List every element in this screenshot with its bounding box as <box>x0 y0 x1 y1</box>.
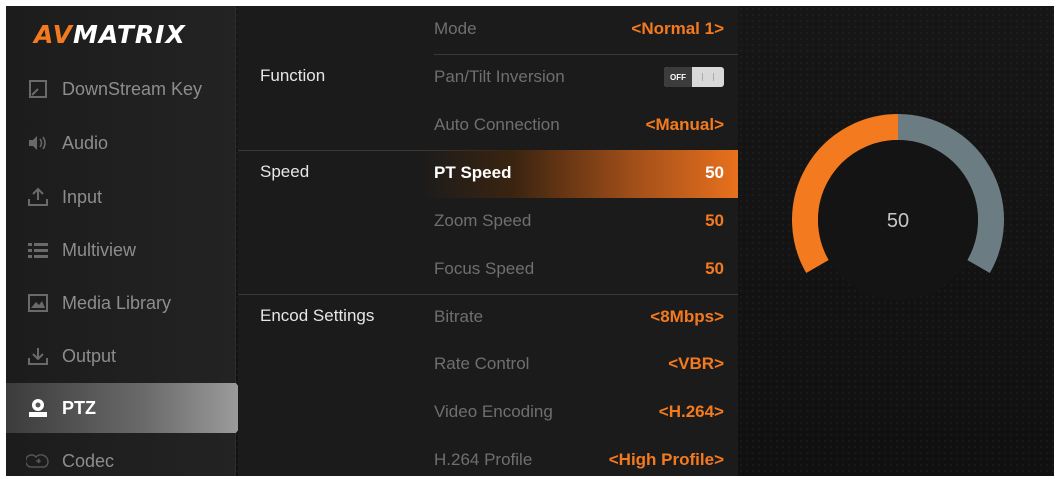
sidebar-item-label: Multiview <box>62 239 137 260</box>
ptz-settings-screen: AVMATRIX DownStream Key Audio Input Mult… <box>6 6 1054 476</box>
bitrate-value[interactable]: <8Mbps> <box>650 307 724 327</box>
sidebar-item-audio[interactable]: Audio <box>6 118 236 168</box>
image-icon <box>26 291 50 315</box>
settings-panel: Mode <Normal 1> Function Pan/Tilt Invers… <box>238 6 738 476</box>
pan-tilt-inversion-label: Pan/Tilt Inversion <box>434 67 565 86</box>
sidebar-item-output[interactable]: Output <box>6 331 236 381</box>
video-encoding-value[interactable]: <H.264> <box>659 402 724 422</box>
pan-tilt-inversion-row[interactable]: Function Pan/Tilt Inversion OFF <box>238 54 738 102</box>
speed-gauge: 50 <box>788 112 1008 312</box>
pt-speed-label: PT Speed <box>434 163 512 182</box>
toggle-off-text: OFF <box>664 67 692 87</box>
sidebar-item-label: Media Library <box>62 292 172 313</box>
zoom-speed-label: Zoom Speed <box>434 211 532 230</box>
download-icon <box>26 344 50 368</box>
gauge-value: 50 <box>886 210 910 232</box>
video-encoding-label: Video Encoding <box>434 402 553 421</box>
mode-row[interactable]: Mode <Normal 1> <box>238 6 738 54</box>
h264-profile-row[interactable]: H.264 Profile <High Profile> <box>238 437 738 476</box>
video-encoding-row[interactable]: Video Encoding <H.264> <box>238 389 738 437</box>
sidebar-item-downstream-key[interactable]: DownStream Key <box>6 64 236 114</box>
bitrate-row[interactable]: Encod Settings Bitrate <8Mbps> <box>238 294 738 342</box>
focus-speed-row[interactable]: Focus Speed 50 <box>238 246 738 294</box>
downstream-key-icon <box>26 77 50 101</box>
sidebar-item-label: PTZ <box>62 397 96 418</box>
pt-speed-row[interactable]: Speed PT Speed 50 <box>238 150 738 198</box>
sidebar-item-label: Output <box>62 345 117 366</box>
avmatrix-logo: AVMATRIX <box>34 20 186 49</box>
sidebar-item-label: DownStream Key <box>62 78 203 99</box>
sidebar-item-media-library[interactable]: Media Library <box>6 278 236 328</box>
bitrate-label: Bitrate <box>434 307 484 326</box>
section-encode-settings: Encod Settings <box>260 306 375 325</box>
sidebar-item-label: Input <box>62 186 103 207</box>
sidebar-item-label: Audio <box>62 132 109 153</box>
zoom-speed-value[interactable]: 50 <box>705 211 724 231</box>
auto-connection-label: Auto Connection <box>434 115 560 134</box>
speaker-icon <box>26 131 50 155</box>
auto-connection-row[interactable]: Auto Connection <Manual> <box>238 102 738 150</box>
focus-speed-label: Focus Speed <box>434 259 535 278</box>
toggle-knob <box>692 67 724 87</box>
mode-label: Mode <box>434 19 477 38</box>
sidebar-item-ptz[interactable]: PTZ <box>6 383 236 433</box>
sidebar-item-input[interactable]: Input <box>6 172 236 222</box>
sidebar-item-label: Codec <box>62 450 115 471</box>
focus-speed-value[interactable]: 50 <box>705 259 724 279</box>
upload-icon <box>26 185 50 209</box>
list-icon <box>26 238 50 262</box>
sidebar: AVMATRIX DownStream Key Audio Input Mult… <box>6 6 236 476</box>
section-speed: Speed <box>260 162 310 181</box>
pt-speed-value[interactable]: 50 <box>705 163 724 183</box>
rate-control-value[interactable]: <VBR> <box>668 354 724 374</box>
mode-value[interactable]: <Normal 1> <box>631 19 724 39</box>
codec-icon <box>26 449 50 473</box>
h264-profile-label: H.264 Profile <box>434 450 533 469</box>
pan-tilt-inversion-toggle[interactable]: OFF <box>664 67 724 87</box>
section-function: Function <box>260 66 326 85</box>
rate-control-row[interactable]: Rate Control <VBR> <box>238 341 738 389</box>
auto-connection-value[interactable]: <Manual> <box>646 115 724 135</box>
sidebar-item-multiview[interactable]: Multiview <box>6 225 236 275</box>
zoom-speed-row[interactable]: Zoom Speed 50 <box>238 198 738 246</box>
camera-icon <box>26 396 50 420</box>
h264-profile-value[interactable]: <High Profile> <box>609 450 724 470</box>
rate-control-label: Rate Control <box>434 354 530 373</box>
sidebar-item-codec[interactable]: Codec <box>6 436 236 476</box>
